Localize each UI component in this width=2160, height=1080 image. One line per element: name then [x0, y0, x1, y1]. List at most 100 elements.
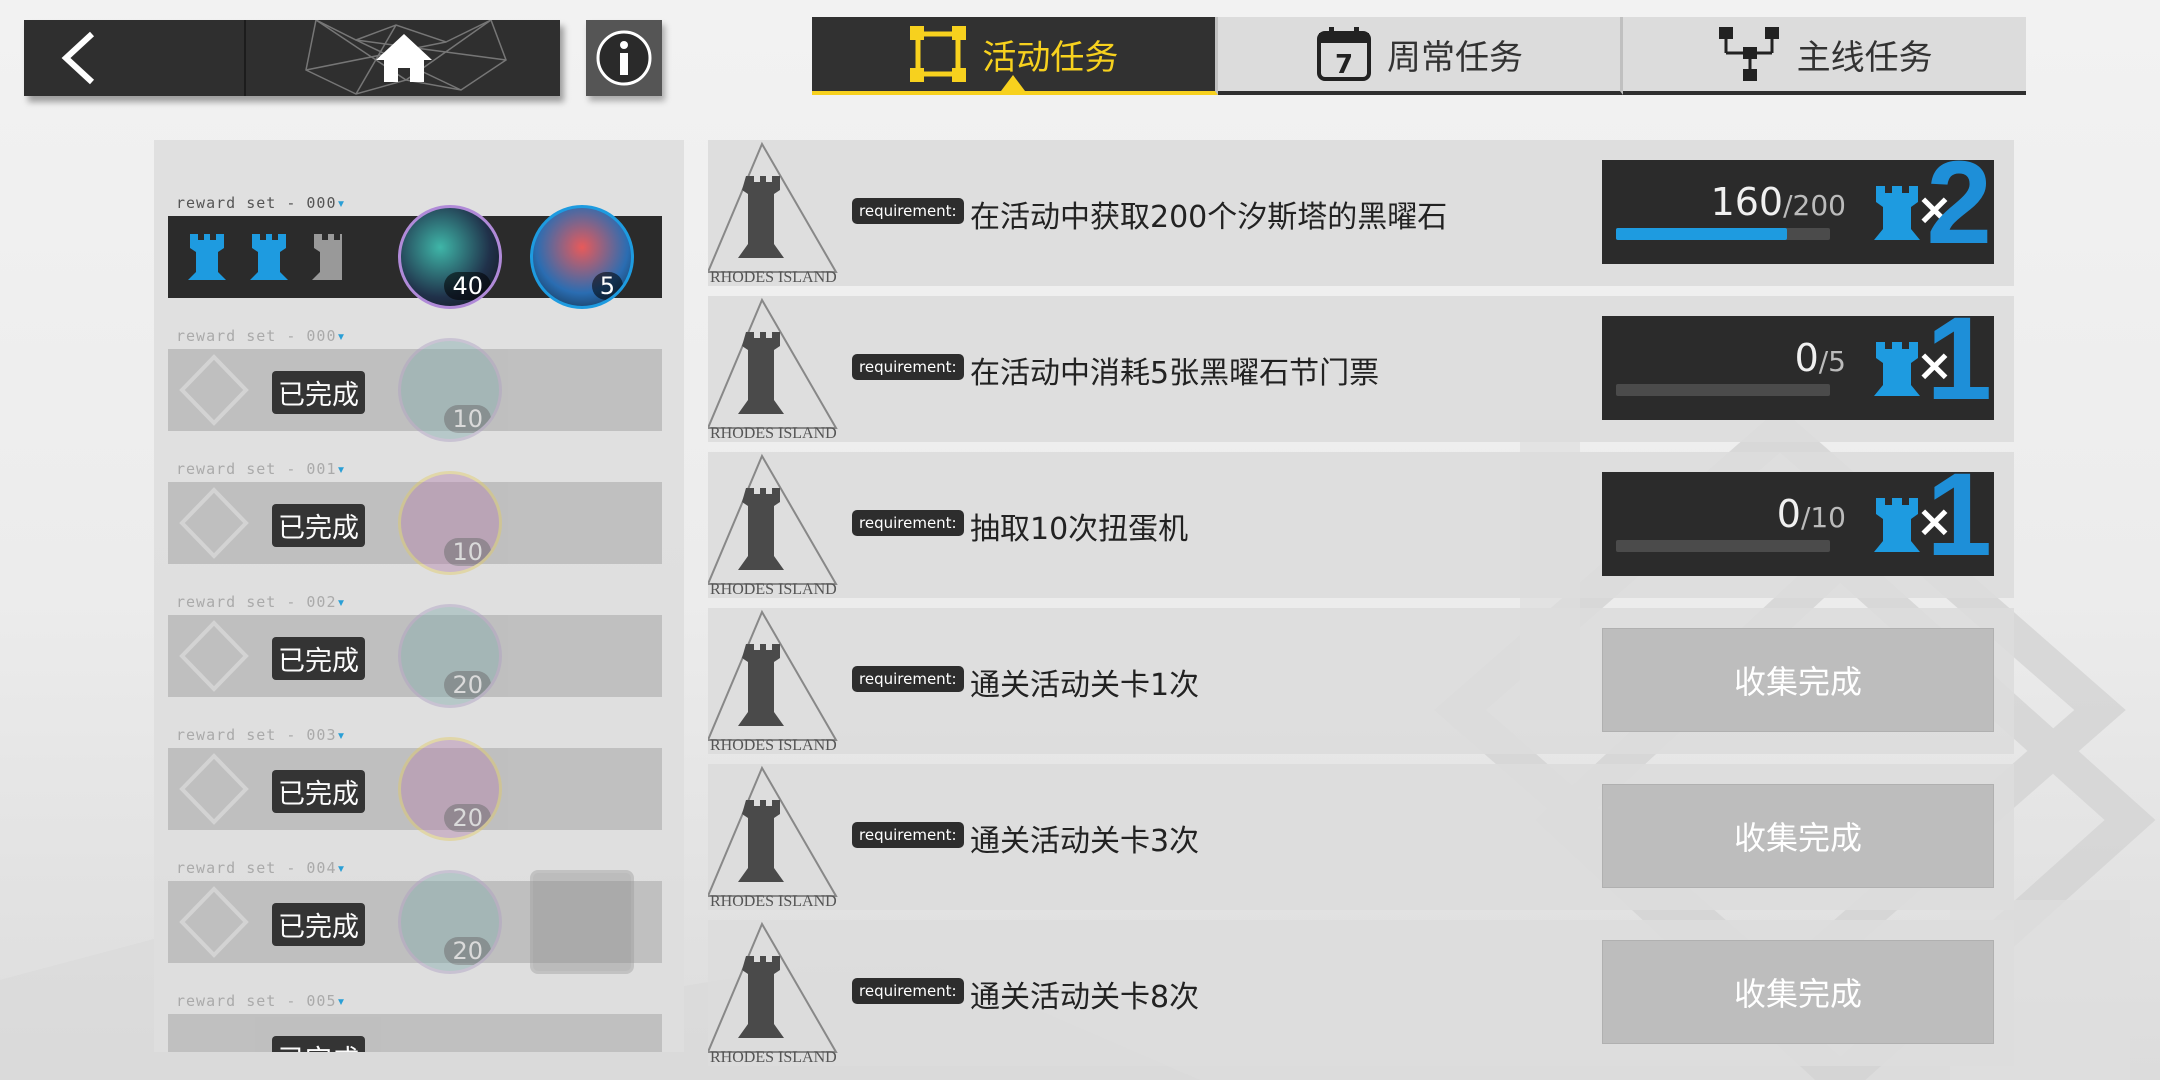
reward-set-label: reward set - 000▾: [176, 327, 347, 345]
reward-item-obsidian[interactable]: 40: [398, 205, 502, 309]
collected-button[interactable]: 收集完成: [1602, 628, 1994, 732]
tab-main-tasks[interactable]: 主线任务: [1623, 17, 2027, 95]
progress-total: /5: [1818, 345, 1846, 378]
task-row[interactable]: RHODES ISLAND requirement: 在活动中获取200个汐斯塔…: [708, 140, 2014, 286]
rhodes-island-tower-icon: RHODES ISLAND: [708, 297, 838, 442]
progress-current: 0: [1776, 492, 1801, 536]
reward-quantity: 1: [1926, 449, 1992, 581]
done-label: 已完成: [272, 371, 365, 414]
rhodes-island-tower-icon: RHODES ISLAND: [708, 609, 838, 754]
top-nav-bar: [24, 20, 560, 96]
calendar-7-icon: 7: [1317, 27, 1371, 81]
tab-activity-tasks[interactable]: 活动任务: [812, 17, 1218, 95]
rhodes-emblem-icon: [179, 487, 249, 559]
task-row[interactable]: RHODES ISLAND requirement: 通关活动关卡8次 收集完成: [708, 920, 2014, 1066]
info-icon: [596, 30, 652, 86]
tab-label: 活动任务: [982, 37, 1119, 78]
reward-set-label: reward set - 004▾: [176, 859, 347, 877]
progress-track: [1616, 540, 1830, 552]
progress-total: /10: [1800, 501, 1846, 534]
chevron-left-icon: [61, 31, 95, 85]
rhodes-emblem-icon: [179, 753, 249, 825]
home-icon: [376, 34, 432, 82]
reward-set-label: reward set - 003▾: [176, 726, 347, 744]
requirement-text: 通关活动关卡8次: [970, 980, 1200, 1015]
reward-set-label: reward set - 000▾: [176, 194, 347, 212]
reward-set-bar: 已完成: [168, 1014, 662, 1052]
svg-text:RHODES ISLAND: RHODES ISLAND: [710, 581, 837, 598]
progress-value: 0/10: [1777, 492, 1846, 536]
reward-set-label: reward set - 002▾: [176, 593, 347, 611]
requirement-text: 在活动中消耗5张黑曜石节门票: [970, 356, 1380, 391]
requirement-tag: requirement:: [852, 510, 964, 536]
progress-track: [1616, 228, 1830, 240]
svg-text:RHODES ISLAND: RHODES ISLAND: [710, 893, 837, 910]
progress-value: 160/200: [1711, 180, 1846, 224]
item-count: 20: [444, 671, 491, 699]
item-count: 20: [444, 937, 491, 965]
reward-item-obsidian: 20: [398, 604, 502, 708]
reward-item-card: 20: [398, 737, 502, 841]
done-label: 已完成: [272, 504, 365, 547]
task-row[interactable]: RHODES ISLAND requirement: 在活动中消耗5张黑曜石节门…: [708, 296, 2014, 442]
reward-item-box: [530, 870, 634, 974]
progress-box: 0/5 × 1: [1602, 300, 1994, 420]
requirement-text: 在活动中获取200个汐斯塔的黑曜石: [970, 200, 1448, 235]
tab-label: 主线任务: [1796, 37, 1933, 78]
collected-button[interactable]: 收集完成: [1602, 784, 1994, 888]
rhodes-island-tower-icon: RHODES ISLAND: [708, 141, 838, 286]
requirement-text: 通关活动关卡1次: [970, 668, 1200, 703]
svg-text:RHODES ISLAND: RHODES ISLAND: [710, 269, 837, 286]
requirement-tag: requirement:: [852, 354, 964, 380]
reward-set-panel[interactable]: reward set - 000▾ 40 5 reward set - 000▾…: [154, 140, 684, 1052]
reward-set-bar: 40 5: [168, 205, 662, 309]
progress-current: 0: [1794, 336, 1819, 380]
progress-fill: [1616, 228, 1788, 240]
done-label: 已完成: [272, 1036, 365, 1052]
reward-set-bar: 已完成 20: [168, 870, 662, 974]
reward-item-voucher[interactable]: 5: [530, 205, 634, 309]
svg-text:RHODES ISLAND: RHODES ISLAND: [710, 1049, 837, 1066]
item-count: 5: [591, 272, 623, 300]
reward-quantity: 1: [1926, 293, 1992, 425]
svg-text:RHODES ISLAND: RHODES ISLAND: [710, 737, 837, 754]
reward-set-bar: 已完成 20: [168, 737, 662, 841]
progress-box: 0/10 × 1: [1602, 456, 1994, 576]
svg-text:7: 7: [1335, 50, 1353, 80]
progress-track: [1616, 384, 1830, 396]
progress-value: 0/5: [1795, 336, 1846, 380]
item-count: 10: [444, 538, 491, 566]
info-button[interactable]: [586, 20, 662, 96]
svg-text:RHODES ISLAND: RHODES ISLAND: [710, 425, 837, 442]
back-button[interactable]: [24, 20, 244, 96]
reward-item-obsidian: 10: [398, 338, 502, 442]
tab-label: 周常任务: [1387, 37, 1523, 78]
reward-set-bar: 已完成 10: [168, 471, 662, 575]
activity-frame-icon: [910, 26, 967, 82]
item-count: 40: [444, 272, 491, 300]
requirement-text: 抽取10次扭蛋机: [970, 512, 1189, 547]
reward-quantity: 2: [1926, 137, 1992, 269]
rhodes-emblem-icon: [179, 354, 249, 426]
task-row[interactable]: RHODES ISLAND requirement: 通关活动关卡3次 收集完成: [708, 764, 2014, 910]
progress-box: 160/200 × 2: [1602, 144, 1994, 264]
done-label: 已完成: [272, 770, 365, 813]
requirement-tag: requirement:: [852, 822, 964, 848]
collected-button[interactable]: 收集完成: [1602, 940, 1994, 1044]
reward-set-label: reward set - 005▾: [176, 992, 347, 1010]
tree-icon: [1718, 27, 1779, 81]
rhodes-emblem-icon: [179, 620, 249, 692]
home-button[interactable]: [244, 20, 560, 96]
item-count: 20: [444, 804, 491, 832]
task-row[interactable]: RHODES ISLAND requirement: 抽取10次扭蛋机 0/10…: [708, 452, 2014, 598]
requirement-tag: requirement:: [852, 198, 964, 224]
reward-item-card: 10: [398, 471, 502, 575]
requirement-tag: requirement:: [852, 978, 964, 1004]
reward-set-bar: 已完成 20: [168, 604, 662, 708]
tab-weekly-tasks[interactable]: 7 周常任务: [1217, 17, 1624, 95]
rhodes-island-tower-icon: RHODES ISLAND: [708, 765, 838, 910]
progress-total: /200: [1783, 189, 1846, 222]
task-row[interactable]: RHODES ISLAND requirement: 通关活动关卡1次 收集完成: [708, 608, 2014, 754]
done-label: 已完成: [272, 637, 365, 680]
reward-item-obsidian: 20: [398, 870, 502, 974]
